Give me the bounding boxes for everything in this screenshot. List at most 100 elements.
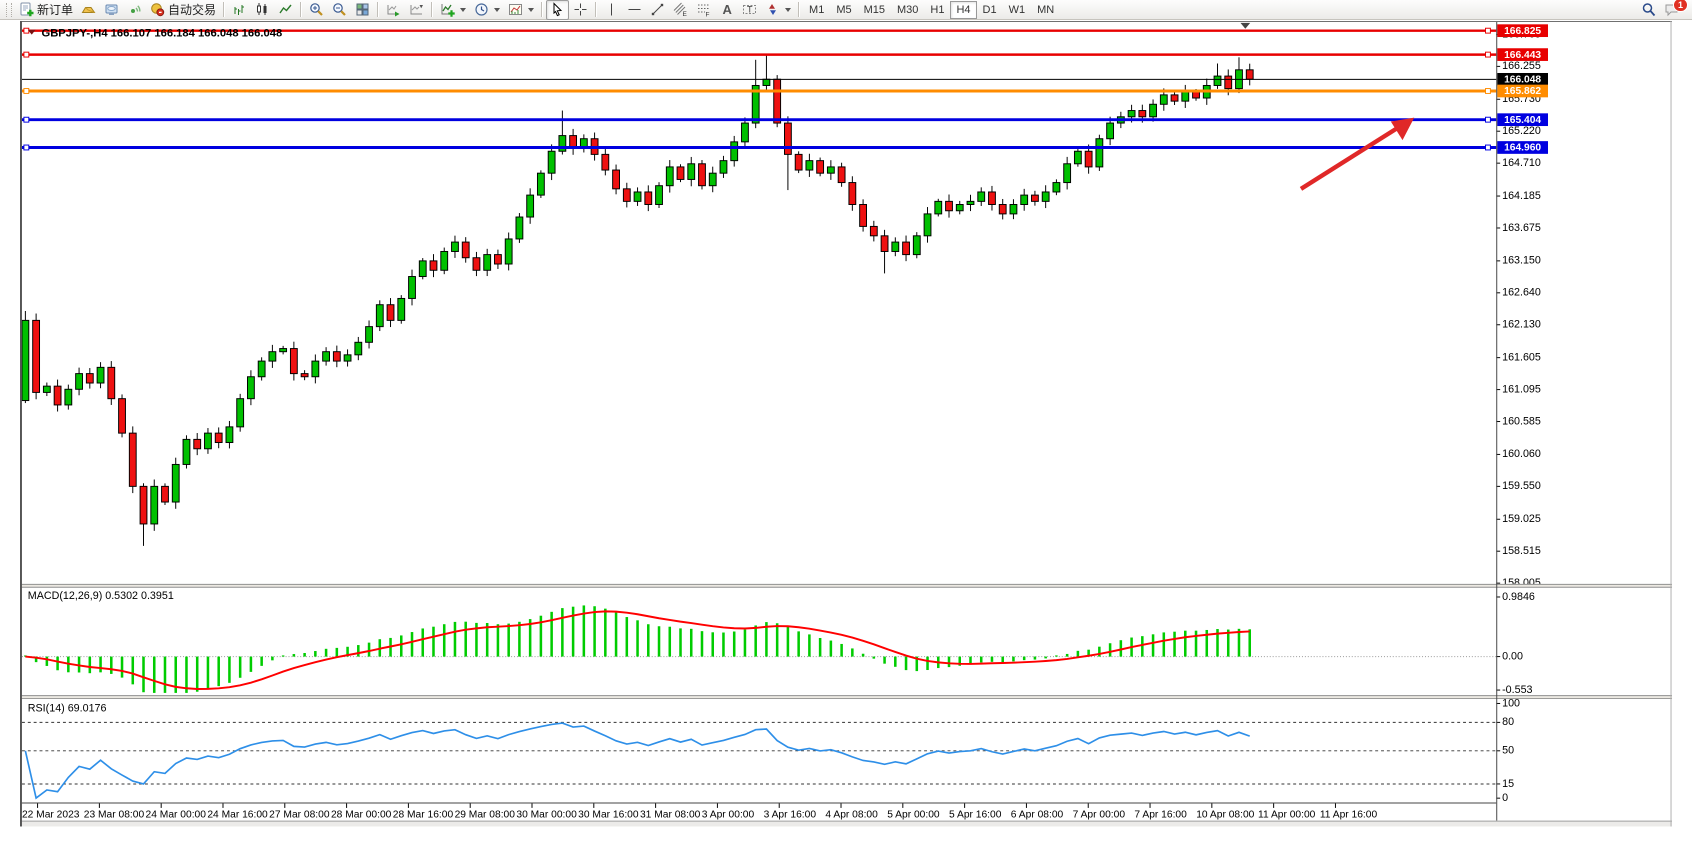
- arrows-dropdown-caret: [785, 8, 791, 12]
- arrows-tool-button[interactable]: [761, 0, 795, 20]
- text-tool-button[interactable]: A: [715, 0, 738, 20]
- candle: [784, 123, 791, 154]
- bar-chart-button[interactable]: [228, 0, 251, 20]
- new-order-button[interactable]: 新订单: [15, 0, 77, 20]
- candle: [806, 161, 813, 170]
- timeframe-button-W1[interactable]: W1: [1003, 1, 1032, 19]
- chart-shift-icon: [409, 2, 424, 17]
- line-handle[interactable]: [1486, 28, 1491, 33]
- templates-button[interactable]: [504, 0, 538, 20]
- line-handle[interactable]: [1486, 145, 1491, 150]
- candle: [129, 433, 136, 486]
- timeframe-button-M15[interactable]: M15: [858, 1, 891, 19]
- line-handle[interactable]: [24, 117, 29, 122]
- time-tick-label: 23 Mar 08:00: [84, 810, 145, 821]
- macd-panel[interactable]: [22, 587, 1496, 695]
- line-handle[interactable]: [24, 52, 29, 57]
- auto-scroll-button[interactable]: [382, 0, 405, 20]
- zoom-out-button[interactable]: [328, 0, 351, 20]
- zoom-in-button[interactable]: [305, 0, 328, 20]
- candle: [151, 486, 158, 524]
- tile-windows-button[interactable]: [351, 0, 374, 20]
- candle: [162, 486, 169, 502]
- bar-chart-icon: [232, 2, 247, 17]
- candle: [645, 192, 652, 205]
- candle: [602, 154, 609, 170]
- periods-button[interactable]: [470, 0, 504, 20]
- toolbar: 新订单 自动交易: [0, 0, 1692, 20]
- price-badge-166.443: 166.443: [1497, 48, 1548, 61]
- line-handle[interactable]: [24, 89, 29, 94]
- cursor-button[interactable]: [546, 0, 569, 20]
- candle: [140, 486, 147, 524]
- candle: [838, 167, 845, 183]
- candle: [656, 186, 663, 205]
- candle: [1032, 195, 1039, 201]
- candle: [849, 183, 856, 205]
- search-button[interactable]: [1637, 0, 1660, 20]
- terminal-button[interactable]: [100, 0, 123, 20]
- market-watch-button[interactable]: [77, 0, 100, 20]
- line-handle[interactable]: [1486, 52, 1491, 57]
- label-tool-button[interactable]: T: [738, 0, 761, 20]
- trendline-button[interactable]: [646, 0, 669, 20]
- crosshair-button[interactable]: [569, 0, 592, 20]
- fibonacci-button[interactable]: F: [692, 0, 715, 20]
- candle: [1074, 151, 1081, 164]
- vertical-line-button[interactable]: [600, 0, 623, 20]
- chart-canvas[interactable]: 166.765166.255165.730165.220164.710164.1…: [0, 20, 1692, 846]
- candle: [548, 151, 555, 173]
- chart-shift-button[interactable]: [405, 0, 428, 20]
- line-handle[interactable]: [24, 28, 29, 33]
- timeframe-group: M1M5M15M30H1H4D1W1MN: [803, 1, 1060, 19]
- candle: [473, 258, 480, 271]
- candle: [999, 204, 1006, 213]
- timeframe-button-H4[interactable]: H4: [950, 1, 976, 19]
- time-tick-label: 29 Mar 08:00: [455, 810, 516, 821]
- candlestick-chart-button[interactable]: [251, 0, 274, 20]
- horizontal-line-icon: [627, 2, 642, 17]
- channel-button[interactable]: E: [669, 0, 692, 20]
- vertical-line-icon: [604, 2, 619, 17]
- candle: [247, 377, 254, 399]
- candle: [742, 123, 749, 142]
- svg-text:164.960: 164.960: [1504, 143, 1541, 154]
- candle: [935, 201, 942, 214]
- line-handle[interactable]: [1486, 117, 1491, 122]
- timeframe-button-MN[interactable]: MN: [1031, 1, 1060, 19]
- timeframe-button-H1[interactable]: H1: [924, 1, 950, 19]
- rsi-panel[interactable]: [22, 699, 1496, 803]
- timeframe-button-M1[interactable]: M1: [803, 1, 830, 19]
- candle: [989, 192, 996, 205]
- candle: [688, 164, 695, 180]
- candle: [527, 195, 534, 217]
- candle: [1064, 164, 1071, 183]
- price-badge-166.048: 166.048: [1497, 73, 1548, 86]
- line-chart-button[interactable]: [274, 0, 297, 20]
- price-tick-label: 160.060: [1502, 448, 1541, 460]
- horizontal-line-button[interactable]: [623, 0, 646, 20]
- toolbar-grip[interactable]: [6, 3, 12, 17]
- signals-button[interactable]: [123, 0, 146, 20]
- price-tick-label: 161.095: [1502, 383, 1541, 395]
- candle: [870, 226, 877, 235]
- svg-text:165.862: 165.862: [1504, 86, 1541, 97]
- price-tick-label: 163.675: [1502, 222, 1541, 234]
- candle: [924, 214, 931, 236]
- line-handle[interactable]: [24, 145, 29, 150]
- indicators-button[interactable]: [436, 0, 470, 20]
- timeframe-button-D1[interactable]: D1: [977, 1, 1003, 19]
- auto-trading-button[interactable]: 自动交易: [146, 0, 220, 20]
- timeframe-button-M30[interactable]: M30: [891, 1, 924, 19]
- line-handle[interactable]: [1486, 89, 1491, 94]
- notifications-button[interactable]: 1: [1660, 0, 1683, 20]
- candle: [881, 236, 888, 252]
- candle: [817, 161, 824, 174]
- timeframe-button-M5[interactable]: M5: [830, 1, 857, 19]
- price-tick-label: 162.130: [1502, 319, 1541, 331]
- svg-text:166.825: 166.825: [1504, 26, 1541, 37]
- candle: [892, 242, 899, 251]
- candle: [505, 239, 512, 264]
- rsi-tick-label: 100: [1502, 697, 1520, 709]
- zoom-in-icon: [309, 2, 324, 17]
